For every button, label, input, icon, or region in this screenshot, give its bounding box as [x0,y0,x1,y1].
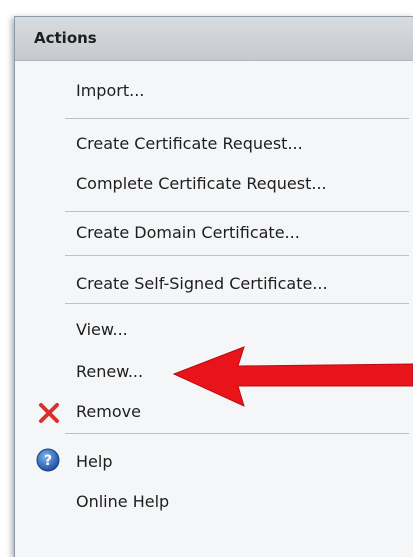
view-action[interactable]: View... [76,320,128,339]
separator [65,118,409,119]
separator [65,255,409,256]
actions-header: Actions [15,17,413,61]
separator [65,303,409,304]
separator [65,211,409,212]
actions-title: Actions [34,29,97,47]
create-domain-certificate-action[interactable]: Create Domain Certificate... [76,223,300,242]
renew-action[interactable]: Renew... [76,362,143,381]
help-action[interactable]: Help [76,452,112,471]
help-icon[interactable]: ? [36,448,60,472]
import-action[interactable]: Import... [76,81,144,100]
complete-certificate-request-action[interactable]: Complete Certificate Request... [76,174,327,193]
create-certificate-request-action[interactable]: Create Certificate Request... [76,134,303,153]
online-help-action[interactable]: Online Help [76,492,169,511]
svg-text:?: ? [44,453,52,469]
separator [65,433,409,434]
create-self-signed-certificate-action[interactable]: Create Self-Signed Certificate... [76,274,328,293]
actions-panel: Actions Import... Create Certificate Req… [14,16,413,557]
remove-icon[interactable] [38,402,60,424]
remove-action[interactable]: Remove [76,402,141,421]
